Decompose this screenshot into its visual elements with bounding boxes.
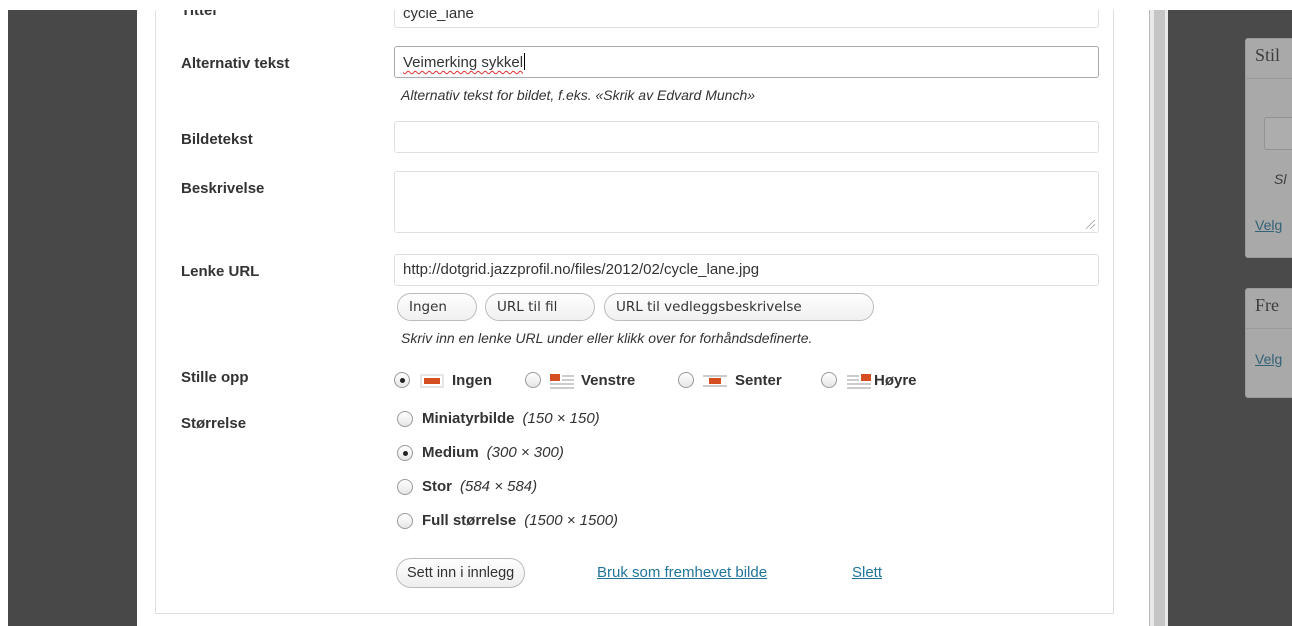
size-large-dim: (584 × 584) (460, 478, 538, 495)
description-textarea[interactable] (394, 171, 1099, 233)
align-left-icon (550, 374, 574, 389)
align-none-label: Ingen (452, 372, 492, 389)
link-url-label: Lenke URL (181, 263, 260, 280)
size-large-name: Stor (422, 478, 452, 495)
alt-text-label: Alternativ tekst (181, 55, 290, 72)
caption-label: Bildetekst (181, 131, 253, 148)
size-thumbnail-dim: (150 × 150) (522, 410, 600, 427)
link-url-field[interactable]: http://dotgrid.jazzprofil.no/files/2012/… (394, 254, 1099, 286)
caption-field[interactable] (394, 121, 1099, 153)
align-right-label: Høyre (874, 372, 917, 389)
align-none-radio[interactable] (394, 372, 410, 388)
align-right-icon (847, 374, 871, 389)
link-url-help: Skriv inn en lenke URL under eller klikk… (401, 330, 813, 346)
align-label: Stille opp (181, 369, 249, 386)
text-caret (524, 53, 526, 70)
align-center-icon (703, 375, 727, 387)
size-medium-dim: (300 × 300) (486, 444, 564, 461)
size-full-dim: (1500 × 1500) (524, 512, 619, 529)
align-center-label: Senter (735, 372, 782, 389)
align-center-radio[interactable] (678, 372, 694, 388)
title-field[interactable]: cycle_lane (394, 10, 1099, 28)
sidebar-box-heading: Stil (1246, 39, 1292, 79)
sidebar-box-featured: Fre Velg (1245, 288, 1292, 398)
delete-link[interactable]: Slett (852, 564, 882, 581)
size-full-radio[interactable] (397, 513, 413, 529)
align-left-radio[interactable] (525, 372, 541, 388)
size-large-radio[interactable] (397, 479, 413, 495)
size-full-name: Full størrelse (422, 512, 517, 529)
align-left-label: Venstre (581, 372, 636, 389)
alt-text-help: Alternativ tekst for bildet, f.eks. «Skr… (401, 87, 756, 103)
modal-scrollbar[interactable] (1149, 10, 1168, 626)
description-label: Beskrivelse (181, 180, 265, 197)
insert-into-post-button[interactable]: Sett inn i innlegg (396, 558, 526, 588)
sidebar-input (1264, 117, 1292, 150)
use-as-featured-image-link[interactable]: Bruk som fremhevet bilde (597, 564, 767, 581)
align-none-icon (420, 374, 444, 388)
align-right-radio[interactable] (821, 372, 837, 388)
sidebar-box-style: Stil Sl Velg (1245, 38, 1292, 258)
size-medium-radio[interactable] (397, 445, 413, 461)
scrollbar-track[interactable] (1154, 10, 1165, 626)
sidebar-link: Velg (1255, 351, 1283, 367)
dimmed-background: Stil Sl Velg Fre Velg Tittel cycle_lane … (8, 10, 1292, 626)
link-attachment-url-button[interactable]: URL til vedleggsbeskrivelse (604, 293, 874, 321)
title-label: Tittel (181, 10, 217, 19)
link-none-button[interactable]: Ingen (397, 293, 477, 321)
size-thumbnail-radio[interactable] (397, 411, 413, 427)
sidebar-link: Velg (1255, 217, 1283, 233)
alt-text-field[interactable]: Veimerking sykkel (394, 46, 1099, 78)
resize-handle[interactable] (1086, 220, 1095, 229)
size-label: Størrelse (181, 415, 247, 432)
alt-text-value: Veimerking sykkel (403, 54, 524, 71)
size-thumbnail-name: Miniatyrbilde (422, 410, 515, 427)
size-medium-name: Medium (422, 444, 479, 461)
sidebar-italic-text: Sl (1274, 171, 1287, 187)
sidebar-box-heading: Fre (1246, 289, 1292, 329)
link-file-url-button[interactable]: URL til fil (485, 293, 595, 321)
